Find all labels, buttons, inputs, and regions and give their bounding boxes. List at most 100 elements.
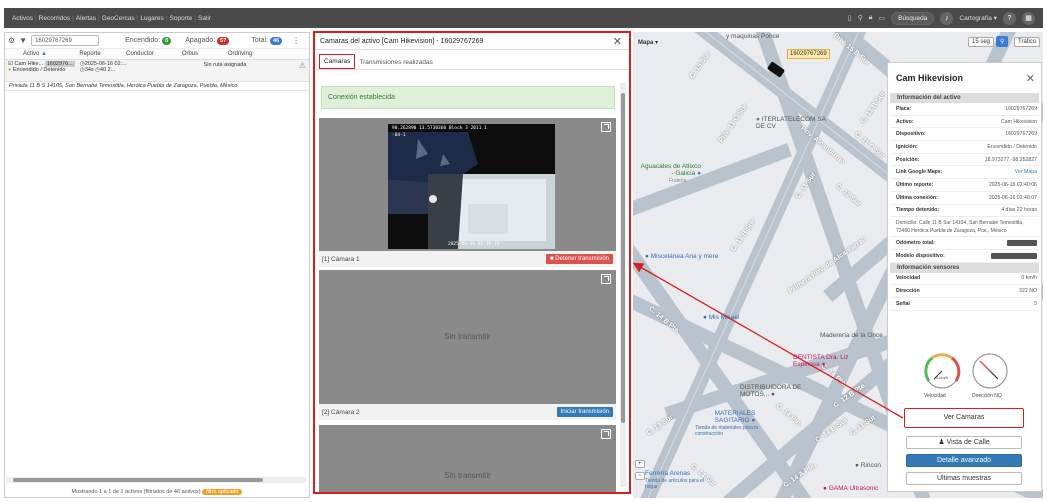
col-activo-label: Activo — [23, 51, 40, 57]
close-icon[interactable]: ✕ — [613, 35, 622, 48]
poi-label[interactable]: ● ITERLATELECOM SA DE CV — [756, 116, 826, 130]
nav-item-geocercas[interactable]: GeoCercas — [100, 15, 137, 22]
poi-label[interactable]: ● Mis Misael — [703, 314, 739, 321]
col-conductor[interactable]: Conductor — [115, 51, 165, 57]
poi-icon: ● — [751, 417, 756, 424]
scrollbar-thumb[interactable] — [621, 93, 625, 423]
nav-item-activos[interactable]: Activos — [10, 15, 35, 22]
section-asset-info: Información del activo — [890, 93, 1039, 103]
poi-label[interactable]: Aguacates de Atlixco - Galicia ● — [639, 163, 701, 177]
more-options-icon[interactable]: ⋮ — [292, 36, 300, 45]
start-transmission-button[interactable]: Iniciar transmisión — [556, 407, 613, 417]
asset-fields: Placa: 16029767269 Activo: Cam Hikevision Di… — [888, 103, 1041, 218]
latest-samples-button[interactable]: Últimas muestras — [906, 472, 1022, 485]
stat-on-badge[interactable]: 0 — [162, 36, 172, 45]
page-icon[interactable]: ▯ — [848, 14, 852, 22]
poi-icon: ● — [756, 116, 760, 123]
table-header: Activo ▲ Reporte Conductor Orbus Ordrivi… — [5, 49, 309, 60]
poi-label[interactable]: MATERIALES SAGITARIO ● — [705, 410, 765, 424]
sensor-row: Señal 5 — [890, 298, 1039, 311]
col-reporte[interactable]: Reporte — [65, 51, 115, 57]
nav-item-lugares[interactable]: Lugares — [138, 15, 166, 22]
nav-item-salir[interactable]: Salir — [196, 15, 213, 22]
pegman-icon: ♟ — [938, 439, 945, 446]
row-report-cell: ◷2025-06-16 02:... ◷34s ◷40 2... — [80, 61, 180, 80]
filter-badge[interactable]: filtro aplicado — [202, 489, 243, 495]
status-icon: ● — [8, 67, 12, 73]
poi-icon: ● — [645, 253, 649, 260]
street-view-button[interactable]: ♟ Vista de Calle — [906, 436, 1022, 449]
no-transmit-label: Sin transmitir — [444, 332, 491, 341]
nav-item-recorridos[interactable]: Recorridos — [37, 15, 72, 22]
poi-label-text: GAMA Ultrasonic — [828, 485, 879, 492]
tab-transmisiones[interactable]: Transmisiones realizadas — [355, 56, 436, 69]
poi-label[interactable]: DENTISTA Dra. Liz Espinosa ● — [793, 354, 853, 368]
row-status: Encendido / Detenido — [12, 67, 66, 73]
zoom-out-button[interactable]: − — [635, 472, 645, 480]
lock-icon[interactable]: 🔒︎ — [869, 14, 873, 22]
sensor-row: Velocidad 0 km/h — [890, 273, 1039, 286]
warning-icon[interactable]: ⚠ — [299, 61, 306, 80]
expand-icon[interactable] — [601, 274, 611, 284]
scrollbar-thumb[interactable] — [13, 478, 263, 482]
vehicle-tag[interactable]: 16029767269 — [787, 49, 830, 59]
stat-total-badge[interactable]: 46 — [270, 36, 283, 45]
poi-label[interactable]: Maderería de la Once — [820, 332, 883, 339]
grid-menu-icon[interactable]: ▦ — [1022, 11, 1035, 25]
tab-camaras[interactable]: Camaras — [319, 54, 356, 69]
gear-icon[interactable]: ⚙ — [8, 36, 15, 45]
monitor-icon[interactable]: ▭ — [878, 14, 885, 22]
stop-transmission-button[interactable]: ■ Detener transmisión — [546, 254, 613, 264]
search-button[interactable]: Búsqueda — [891, 11, 935, 25]
poi-label[interactable]: ● Rincon — [855, 462, 881, 469]
col-ordriving[interactable]: Ordriving — [215, 51, 265, 57]
col-orbus[interactable]: Orbus — [165, 51, 215, 57]
info-value[interactable]: Ver Mapa — [1015, 169, 1037, 175]
map-type-dropdown[interactable]: Mapa ▾ — [635, 38, 661, 47]
table-row[interactable]: ☑ Cam Hike... 1602976... ● Encendido / D… — [5, 60, 309, 82]
poi-label[interactable]: y maquinas Ponce — [726, 33, 779, 40]
sensor-value: 0 km/h — [1021, 275, 1037, 282]
poi-label[interactable]: ● Miscelánea Ana y mere — [645, 253, 718, 260]
sensor-label: Velocidad — [896, 275, 921, 282]
poi-icon: ● — [855, 462, 859, 469]
stat-off-badge[interactable]: 57 — [217, 36, 230, 45]
info-row: Ignición: Encendido / Detenido — [890, 141, 1039, 154]
asset-search-input[interactable]: 16029767269 — [31, 35, 100, 46]
info-row: Link Google Maps: Ver Mapa — [890, 166, 1039, 180]
filter-icon[interactable]: ▼ — [19, 36, 27, 45]
video-stream[interactable]: 90.262890 13.5730360 Block 3 2011 1 -04-… — [388, 124, 555, 249]
poi-label[interactable]: DISTRIBUIDORA DE MOTOS... ● — [740, 384, 818, 398]
refresh-interval-button[interactable]: 15 seg — [968, 37, 995, 47]
search-icon[interactable]: ⚲ — [858, 14, 863, 22]
sensor-row: Dirección 322 NO — [890, 285, 1039, 298]
view-cameras-button[interactable]: Ver Camaras — [904, 408, 1024, 428]
location-pin-icon[interactable]: ⚲ — [996, 36, 1009, 47]
help-button[interactable]: ? — [1003, 11, 1016, 25]
info-label: Última conexión: — [896, 194, 938, 201]
expand-icon[interactable] — [601, 429, 611, 439]
poi-label[interactable]: Ferrería Arenas — [645, 470, 690, 477]
advanced-detail-button[interactable]: Detalle avanzado — [906, 454, 1022, 467]
zoom-in-button[interactable]: + — [635, 460, 645, 468]
col-activo[interactable]: Activo ▲ — [5, 51, 65, 57]
close-icon[interactable]: ✕ — [1026, 72, 1035, 85]
traffic-button[interactable]: Tráfico — [1014, 37, 1041, 47]
nav-item-alertas[interactable]: Alertas — [74, 15, 98, 22]
poi-label[interactable]: ● GAMA Ultrasonic — [823, 485, 878, 492]
poi-icon: ● — [823, 485, 827, 492]
vertical-scrollbar[interactable] — [620, 83, 626, 487]
map-style-dropdown[interactable]: Cartografía ▾ — [959, 14, 997, 22]
nav-item-soporte[interactable]: Soporte — [168, 15, 195, 22]
sensor-fields: Velocidad 0 km/h Dirección 322 NO Señal 5 — [888, 273, 1041, 311]
horizontal-scrollbar[interactable] — [7, 477, 307, 483]
info-label: Posición: — [896, 156, 920, 163]
info-value: 4 días 22 horas — [1001, 207, 1037, 214]
expand-icon[interactable] — [601, 122, 611, 132]
bell-icon[interactable]: ♪ — [940, 11, 954, 25]
camera-panel-title: Camaras del activo [Cam Hikevision] - 16… — [320, 37, 484, 45]
stat-on: Encendido: 0 — [125, 36, 172, 45]
map-type-label: Mapa — [638, 40, 654, 46]
row-t1: 34s — [84, 67, 94, 73]
camera-1-label: [1] Cámara 1 — [322, 255, 360, 263]
